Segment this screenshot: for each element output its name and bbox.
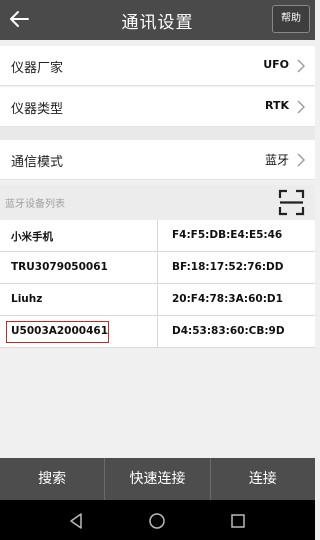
bluetooth-list-title: 蓝牙设备列表	[5, 199, 65, 210]
row-comm-mode[interactable]: 通信模式 蓝牙	[0, 140, 315, 180]
device-mac: D4:53:83:60:CB:9D	[172, 325, 285, 337]
comm-mode-value: 蓝牙	[264, 153, 289, 167]
manufacturer-value: UFO	[263, 58, 289, 71]
system-nav-bar	[0, 500, 315, 540]
table-row[interactable]: U5003A2000461 D4:53:83:60:CB:9D	[0, 316, 315, 348]
row-instrument-type[interactable]: 仪器类型 RTK	[0, 87, 315, 127]
nav-home-icon[interactable]	[148, 512, 166, 530]
column-divider	[157, 316, 158, 347]
chevron-right-icon	[297, 59, 305, 73]
connect-button[interactable]: 连接	[211, 458, 315, 500]
instrument-type-label: 仪器类型	[11, 102, 64, 117]
comm-mode-label: 通信模式	[11, 155, 64, 170]
device-name: TRU3079050061	[11, 261, 108, 273]
nav-recents-icon[interactable]	[229, 512, 247, 530]
quick-connect-button[interactable]: 快速连接	[105, 458, 211, 500]
bluetooth-list-header: 蓝牙设备列表	[0, 185, 315, 220]
device-name: 小米手机	[11, 231, 53, 243]
device-mac: 20:F4:78:3A:60:D1	[172, 293, 283, 305]
instrument-type-value: RTK	[264, 99, 289, 112]
help-button[interactable]: 帮助	[272, 5, 310, 33]
device-table: 小米手机 F4:F5:DB:E4:E5:46 TRU3079050061 BF:…	[0, 220, 315, 348]
nav-back-icon[interactable]	[67, 512, 85, 530]
device-name: U5003A2000461	[11, 325, 109, 337]
chevron-right-icon	[297, 100, 305, 114]
column-divider	[157, 220, 158, 251]
device-mac: BF:18:17:52:76:DD	[172, 261, 284, 273]
bottom-action-bar: 搜索 快速连接 连接	[0, 458, 315, 500]
row-manufacturer[interactable]: 仪器厂家 UFO	[0, 46, 315, 86]
column-divider	[157, 284, 158, 315]
page-title: 通讯设置	[121, 13, 194, 33]
table-row[interactable]: Liuhz 20:F4:78:3A:60:D1	[0, 284, 315, 316]
table-row[interactable]: TRU3079050061 BF:18:17:52:76:DD	[0, 252, 315, 284]
top-bar: 通讯设置 帮助	[0, 0, 315, 40]
device-mac: F4:F5:DB:E4:E5:46	[172, 229, 283, 241]
manufacturer-label: 仪器厂家	[11, 61, 64, 76]
chevron-right-icon	[297, 153, 305, 167]
section-divider	[0, 127, 315, 140]
table-row[interactable]: 小米手机 F4:F5:DB:E4:E5:46	[0, 220, 315, 252]
scan-icon[interactable]	[278, 189, 305, 216]
column-divider	[157, 252, 158, 283]
device-name: Liuhz	[11, 293, 43, 305]
search-button[interactable]: 搜索	[0, 458, 106, 500]
